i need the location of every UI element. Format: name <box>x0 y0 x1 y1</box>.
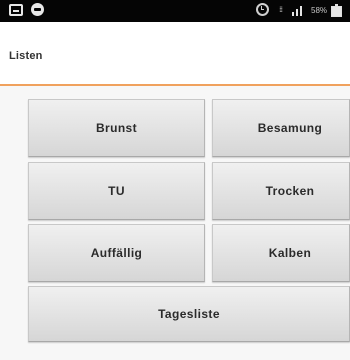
brunst-button[interactable]: Brunst <box>28 99 205 157</box>
kalben-button-label: Kalben <box>268 246 312 260</box>
app-toolbar: Listen <box>0 22 350 85</box>
vibrate-icon: ⁞⁞ <box>279 5 283 14</box>
besamung-button[interactable]: Besamung <box>212 99 350 157</box>
besamung-button-label: Besamung <box>257 121 323 135</box>
status-bar: ⁞⁞ 58% <box>0 0 350 22</box>
tu-button-label: TU <box>108 184 125 198</box>
trocken-button-label: Trocken <box>265 184 315 198</box>
auffaellig-button[interactable]: Auffällig <box>28 224 205 282</box>
brunst-button-label: Brunst <box>95 121 138 135</box>
tagesliste-button[interactable]: Tagesliste <box>28 286 350 342</box>
auffaellig-button-label: Auffällig <box>90 246 143 260</box>
alarm-icon <box>256 3 269 16</box>
battery-percentage: 58% <box>311 6 328 15</box>
kalben-button[interactable]: Kalben <box>212 224 350 282</box>
signal-icon <box>292 5 306 16</box>
screenshot-icon <box>9 4 23 16</box>
trocken-button[interactable]: Trocken <box>212 162 350 220</box>
page-title: Listen <box>9 50 43 62</box>
app-icon <box>31 3 44 16</box>
battery-icon <box>331 4 342 17</box>
list-menu: Brunst Besamung TU Trocken Auffällig Kal… <box>0 86 350 360</box>
tu-button[interactable]: TU <box>28 162 205 220</box>
tagesliste-button-label: Tagesliste <box>158 307 220 321</box>
